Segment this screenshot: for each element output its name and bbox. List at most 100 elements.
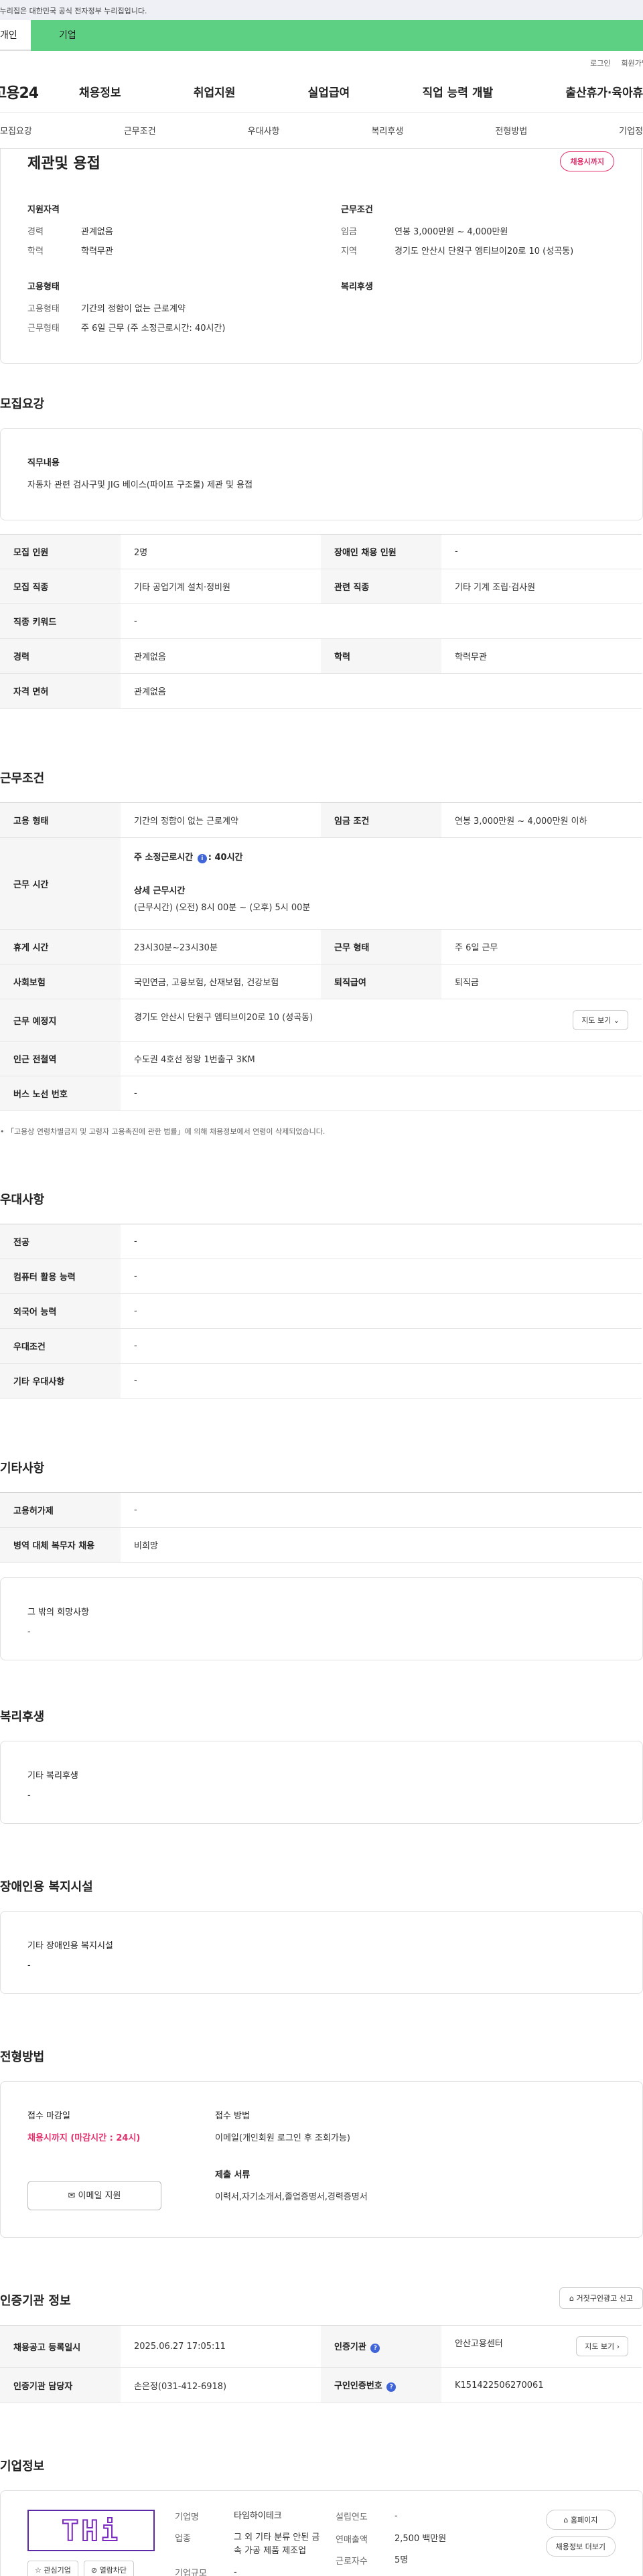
subtab-company[interactable]: 기업정보 [619, 124, 643, 137]
report-fake-ad-button[interactable]: ⌂ 거짓구인광고 신고 [559, 2287, 643, 2309]
welfare-box-title: 기타 복리후생 [27, 1771, 78, 1781]
company-kv: 설립연도 - [336, 2510, 470, 2523]
company-kv: 근로자수 5명 [336, 2554, 470, 2567]
table-cell: K151422506270061 [441, 2367, 642, 2403]
table-row: 전공 - [0, 1224, 642, 1259]
preference-table: 전공 - 컴퓨터 활용 능력 - 외국어 능력 - 우대조건 - 기타 우대사항 - [0, 1224, 642, 1399]
table-header: 근무 예정지 [0, 999, 121, 1042]
table-cell: 경기도 안산시 단원구 엠티브이20로 10 (성곡동) 지도 보기 ⌄ [121, 999, 642, 1042]
table-header: 전공 [0, 1224, 121, 1259]
method-title: 접수 방법 [215, 2111, 250, 2121]
agency-map-button[interactable]: 지도 보기 › [576, 2336, 628, 2356]
kv-value: - [234, 2567, 237, 2576]
table-header: 모집 직종 [0, 569, 121, 604]
gnb-item-parental-leave[interactable]: 출산휴가·육아휴직 [565, 83, 643, 100]
chevron-down-icon: ⌄ [613, 1016, 620, 1025]
table-row: 기타 우대사항 - [0, 1363, 642, 1399]
summary-qualification: 지원자격 경력 관계없음 학력 학력무관 고용형태 고용형태 기간의 정함이 없는 근… [27, 202, 321, 340]
table-header: 장애인 채용 인원 [321, 534, 441, 569]
disability-box-value: - [27, 1960, 31, 1971]
gnb-item-employment-support[interactable]: 취업지원 [194, 83, 236, 100]
summary-kv: 학력 학력무관 [27, 244, 321, 257]
summary-work-title: 근무조건 [341, 205, 373, 215]
info-icon[interactable]: ? [370, 2344, 380, 2353]
subtab-recruit[interactable]: 모집요강 [0, 124, 32, 137]
subtab-work-conditions[interactable]: 근무조건 [124, 124, 156, 137]
block-view-button[interactable]: ⊘ 열람차단 [83, 2561, 135, 2576]
kv-value: 5명 [395, 2555, 409, 2565]
disability-box: 기타 장애인용 복지시설 - [0, 1911, 643, 1994]
table-header: 퇴직급여 [321, 964, 441, 999]
kv-value: 2,500 백만원 [395, 2534, 447, 2544]
summary-kv: 임금 연봉 3,000만원 ~ 4,000만원 [341, 224, 614, 237]
work-table: 고용 형태 기간의 정함이 없는 근로계약 임금 조건 연봉 3,000만원 ~ 4,… [0, 802, 642, 1111]
table-header: 근무 형태 [321, 929, 441, 964]
signup-link[interactable]: 회원가입 [622, 58, 643, 71]
apply-deadline: 접수 마감일 채용시까지 (마감시간 : 24시) ✉ 이메일 지원 [27, 2108, 188, 2210]
table-cell: 퇴직금 [441, 964, 642, 999]
company-box: THi ☆ 관심기업 ⊘ 열람차단 기업명 타임하이테크 업종 그 외 기타 분류 … [0, 2490, 643, 2576]
subtab-welfare[interactable]: 복리후생 [371, 124, 403, 137]
info-icon[interactable]: i [197, 854, 207, 863]
method-value: 이메일(개인회원 로그인 후 조회가능) [215, 2133, 350, 2143]
table-cell: 2명 [121, 534, 321, 569]
section-title-work: 근무조건 [0, 772, 45, 786]
table-header: 고용허가제 [0, 1492, 121, 1528]
detail-subtabs: 모집요강 근무조건 우대사항 복리후생 전형방법 기업정보 [0, 113, 643, 149]
table-row: 근무 예정지 경기도 안산시 단원구 엠티브이20로 10 (성곡동) 지도 보기 … [0, 999, 642, 1042]
site-logo[interactable]: 고용24 [0, 81, 79, 102]
tab-personal[interactable]: 개인 [0, 20, 31, 51]
age-notice: • 「고용상 연령차별금지 및 고령자 고용촉진에 관한 법률」에 의해 채용정… [0, 1127, 326, 1136]
company-small-buttons: ☆ 관심기업 ⊘ 열람차단 [27, 2561, 175, 2576]
summary-qualification-title: 지원자격 [27, 205, 60, 215]
company-col-right: 설립연도 - 연매출액 2,500 백만원 근로자수 5명 [336, 2510, 470, 2576]
cert-title: 인증기관 정보 [0, 2294, 71, 2308]
table-header: 인증기관 담당자 [0, 2367, 121, 2403]
duty-title: 직무내용 [27, 458, 60, 468]
home-icon: ⌂ [569, 2294, 575, 2303]
util-links: 로그인 회원가입 [0, 51, 643, 71]
table-header: 학력 [321, 638, 441, 674]
table-row: 병역 대체 복무자 채용 비희망 [0, 1527, 642, 1563]
kv-value: 연봉 3,000만원 ~ 4,000만원 [395, 227, 508, 237]
table-row: 인근 전철역 수도권 4호선 정왕 1번출구 3KM [0, 1041, 642, 1076]
table-header: 구인인증번호 ? [321, 2367, 441, 2403]
login-link[interactable]: 로그인 [590, 58, 610, 71]
favorite-company-button[interactable]: ☆ 관심기업 [27, 2561, 78, 2576]
kv-key: 근무형태 [27, 324, 60, 334]
table-cell: - [121, 1076, 642, 1111]
gnb-item-skills[interactable]: 직업 능력 개발 [422, 83, 493, 100]
docs-value: 이력서,자기소개서,졸업증명서,경력증명서 [215, 2192, 368, 2202]
table-cell: 관계없음 [121, 638, 321, 674]
table-row: 사회보험 국민연금, 고용보험, 산재보험, 건강보험 퇴직급여 퇴직금 [0, 964, 642, 999]
table-cell: 23시30분~23시30분 [121, 929, 321, 964]
more-jobs-button[interactable]: 채용정보 더보기 [545, 2536, 616, 2557]
email-apply-button[interactable]: ✉ 이메일 지원 [27, 2181, 161, 2210]
tab-company[interactable]: 기업 [31, 20, 643, 51]
company-kv: 기업명 타임하이테크 [175, 2510, 336, 2523]
info-icon[interactable]: ? [386, 2382, 397, 2392]
agency-th-label: 인증기관 [334, 2342, 366, 2352]
table-cell: 국민연금, 고용보험, 산재보험, 건강보험 [121, 964, 321, 999]
table-header: 경력 [0, 638, 121, 674]
welfare-box: 기타 복리후생 - [0, 1741, 643, 1824]
summary-work: 근무조건 임금 연봉 3,000만원 ~ 4,000만원 지역 경기도 안산시 단원… [321, 202, 614, 340]
cert-table: 채용공고 등록일시 2025.06.27 17:05:11 인증기관 ? 안산고용센터… [0, 2325, 642, 2403]
company-col-left: 기업명 타임하이테크 업종 그 외 기타 분류 안된 금속 가공 제품 제조업 기업… [175, 2510, 336, 2576]
table-header: 고용 형태 [0, 802, 121, 838]
kv-value: 기간의 정함이 없는 근로계약 [81, 304, 186, 314]
user-type-tabs: 개인 기업 [0, 20, 643, 51]
subtab-selection[interactable]: 전형방법 [495, 124, 527, 137]
map-button[interactable]: 지도 보기 ⌄ [573, 1010, 628, 1030]
kv-key: 경력 [27, 227, 44, 237]
table-header: 컴퓨터 활용 능력 [0, 1259, 121, 1294]
gnb-item-jobs[interactable]: 채용정보 [79, 83, 121, 100]
detail-hours-label: 상세 근무시간 [134, 886, 186, 896]
table-cell: 기타 공업기계 설치·정비원 [121, 569, 321, 604]
gnb-item-unemployment-benefit[interactable]: 실업급여 [308, 83, 350, 100]
table-header: 근무 시간 [0, 837, 121, 930]
section-title-company: 기업정보 [0, 2459, 45, 2474]
homepage-button[interactable]: ⌂ 홈페이지 [545, 2510, 616, 2530]
subtab-preference[interactable]: 우대사항 [248, 124, 280, 137]
section-title-welfare: 복리후생 [0, 1710, 45, 1724]
